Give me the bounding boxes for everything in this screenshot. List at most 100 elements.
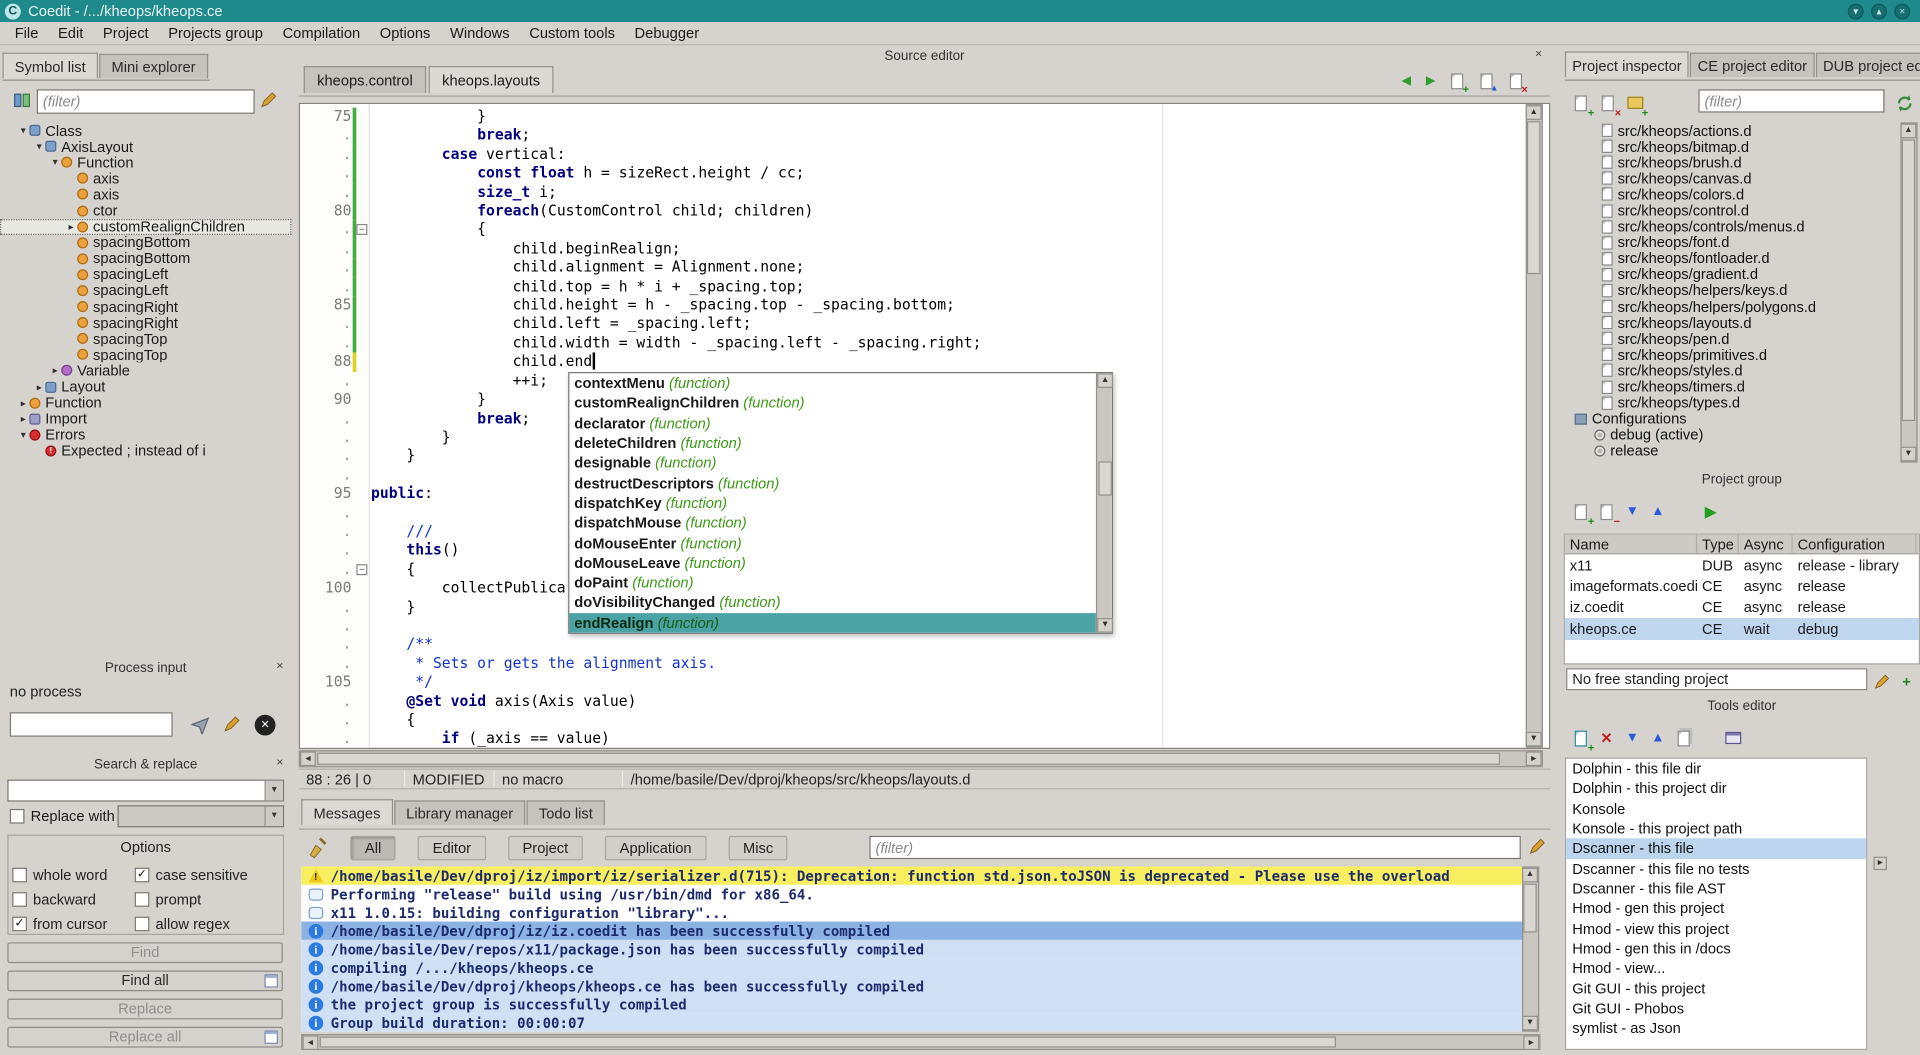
scrollbar-thumb[interactable] [317,753,1500,765]
scroll-down-icon[interactable]: ▼ [1900,447,1916,462]
project-file-item[interactable]: src/kheops/primitives.d [1565,347,1901,363]
tool-item[interactable]: Dolphin - this file dir [1566,759,1866,779]
tree-expander-icon[interactable]: ▾ [17,429,29,440]
project-row-imageformats-coedit[interactable]: imageformats.coeditCEasyncrelease [1565,576,1919,597]
add-tool-icon[interactable]: + [1569,726,1593,750]
source-editor-dock-header[interactable]: Source editor × [299,49,1550,65]
scroll-left-icon[interactable]: ◄ [302,1035,318,1050]
column-header-configuration[interactable]: Configuration [1793,535,1917,553]
code-line-88[interactable]: child.end [371,353,1527,372]
project-file-item[interactable]: src/kheops/fontloader.d [1565,251,1901,267]
tree-vscrollbar[interactable]: ▲ ▼ [1900,122,1917,462]
tree-expander-icon[interactable]: ▸ [17,413,29,424]
symbol-tree-item[interactable]: spacingBottom [0,235,291,251]
project-row-iz-coedit[interactable]: iz.coeditCEasyncrelease [1565,597,1919,618]
symbol-tree-item[interactable]: ▸Import [0,411,291,427]
symbol-tree-item[interactable]: spacingTop [0,331,291,347]
symbol-tree-item[interactable]: ▾AxisLayout [0,138,291,154]
right-splitter[interactable] [1550,45,1563,1050]
completion-item[interactable]: deleteChildren (function) [569,433,1096,453]
close-icon[interactable]: × [1532,49,1545,62]
find-button[interactable]: Find [7,942,283,963]
menu-file[interactable]: File [5,22,48,44]
tab-project-inspector[interactable]: Project inspector [1565,51,1689,77]
menu-debugger[interactable]: Debugger [625,22,709,44]
symbol-tree-item[interactable]: !Expected ; instead of i [0,443,291,459]
search-term-combo[interactable]: ▼ [7,780,284,802]
checkbox[interactable] [12,868,27,883]
menu-projects-group[interactable]: Projects group [158,22,272,44]
project-file-item[interactable]: src/kheops/actions.d [1565,122,1901,138]
process-input-dock-header[interactable]: Process input × [0,661,291,677]
log-row[interactable]: i/home/basile/Dev/dproj/iz/iz.coedit has… [301,922,1522,940]
messages-filter-input[interactable] [869,836,1520,859]
messages-hscrollbar[interactable]: ◄ ► [301,1034,1540,1050]
option-case-sensitive[interactable]: ✓case sensitive [135,866,272,883]
send-input-icon[interactable] [191,715,212,736]
compile-group-icon[interactable]: ▶ [1698,499,1722,523]
log-row[interactable]: !/home/basile/Dev/dproj/iz/import/iz/ser… [301,866,1522,884]
completion-item[interactable]: contextMenu (function) [569,373,1096,393]
log-row[interactable]: icompiling /.../kheops/kheops.ce [301,958,1522,976]
code-line-82[interactable]: child.beginRealign; [371,240,1527,259]
scroll-up-icon[interactable]: ▲ [1097,373,1113,388]
scrollbar-thumb[interactable] [1902,140,1915,421]
window-minimize-button[interactable]: ▾ [1848,3,1864,19]
add-folder-icon[interactable]: + [1622,91,1646,115]
checkbox[interactable] [135,892,150,907]
scrollbar-thumb[interactable] [320,1037,1336,1048]
replace-all-button[interactable]: Replace all [7,1027,283,1048]
configurations-node[interactable]: Configurations [1565,411,1901,427]
code-line-81[interactable]: { [371,221,1527,240]
project-file-item[interactable]: src/kheops/brush.d [1565,154,1901,170]
fold-collapse-icon[interactable]: − [356,564,367,575]
symbol-tree-item[interactable]: ctor [0,203,291,219]
remove-project-icon[interactable]: − [1594,499,1618,523]
editor-hscrollbar[interactable]: ◄ ► [299,750,1543,767]
tab-dub-project-editor[interactable]: DUB project editor [1816,53,1920,77]
project-file-item[interactable]: src/kheops/canvas.d [1565,170,1901,186]
option-from-cursor[interactable]: ✓from cursor [12,915,134,932]
code-line-86[interactable]: child.left = _spacing.left; [371,315,1527,334]
editor-tab-kheops-control[interactable]: kheops.control [304,66,427,93]
tab-library-manager[interactable]: Library manager [394,800,525,824]
tree-expander-icon[interactable]: ▾ [17,125,29,136]
option-whole-word[interactable]: whole word [12,866,134,883]
replace-term-combo[interactable]: ▼ [118,805,285,827]
menu-custom-tools[interactable]: Custom tools [519,22,624,44]
add-project-icon[interactable]: + [1569,499,1593,523]
column-header-name[interactable]: Name [1565,535,1697,553]
project-file-item[interactable]: src/kheops/layouts.d [1565,315,1901,331]
remove-tool-icon[interactable]: ✕ [1594,726,1618,750]
tree-expander-icon[interactable]: ▸ [49,365,61,376]
code-line-104[interactable]: * Sets or gets the alignment axis. [371,654,1527,673]
completion-item[interactable]: designable (function) [569,453,1096,473]
code-line-80[interactable]: foreach(CustomControl child; children) [371,202,1527,221]
scroll-left-icon[interactable]: ◄ [300,751,316,766]
move-down-icon[interactable]: ▼ [1620,499,1644,523]
window-maximize-button[interactable]: ▴ [1871,3,1887,19]
project-file-item[interactable]: src/kheops/gradient.d [1565,267,1901,283]
configuration-item[interactable]: debug (active) [1565,427,1901,443]
log-row[interactable]: x11 1.0.15: building configuration "libr… [301,903,1522,921]
completion-item[interactable]: destructDescriptors (function) [569,473,1096,493]
symbol-tree-item[interactable]: axis [0,186,291,202]
checkbox[interactable] [135,917,150,932]
symbol-tree-item[interactable]: spacingBottom [0,251,291,267]
tool-item[interactable]: Dolphin - this project dir [1566,779,1866,799]
log-row[interactable]: ithe project group is successfully compi… [301,995,1522,1013]
tree-expander-icon[interactable]: ▾ [49,157,61,168]
find-all-button[interactable]: Find all [7,970,283,991]
symbol-tree-item[interactable]: spacingLeft [0,283,291,299]
configuration-item[interactable]: release [1565,443,1901,459]
project-file-item[interactable]: src/kheops/font.d [1565,235,1901,251]
tab-symbol-list[interactable]: Symbol list [2,53,98,79]
tools-scroll-right-icon[interactable]: ► [1873,857,1886,870]
tab-messages[interactable]: Messages [301,799,392,825]
completion-item[interactable]: doPaint (function) [569,573,1096,593]
code-line-87[interactable]: child.width = width - _spacing.left - _s… [371,334,1527,353]
inspector-filter-input[interactable] [1698,89,1884,112]
editor-tab-kheops-layouts[interactable]: kheops.layouts [429,66,554,93]
add-free-project-icon[interactable]: + [1894,669,1918,693]
scroll-right-icon[interactable]: ► [1526,751,1542,766]
